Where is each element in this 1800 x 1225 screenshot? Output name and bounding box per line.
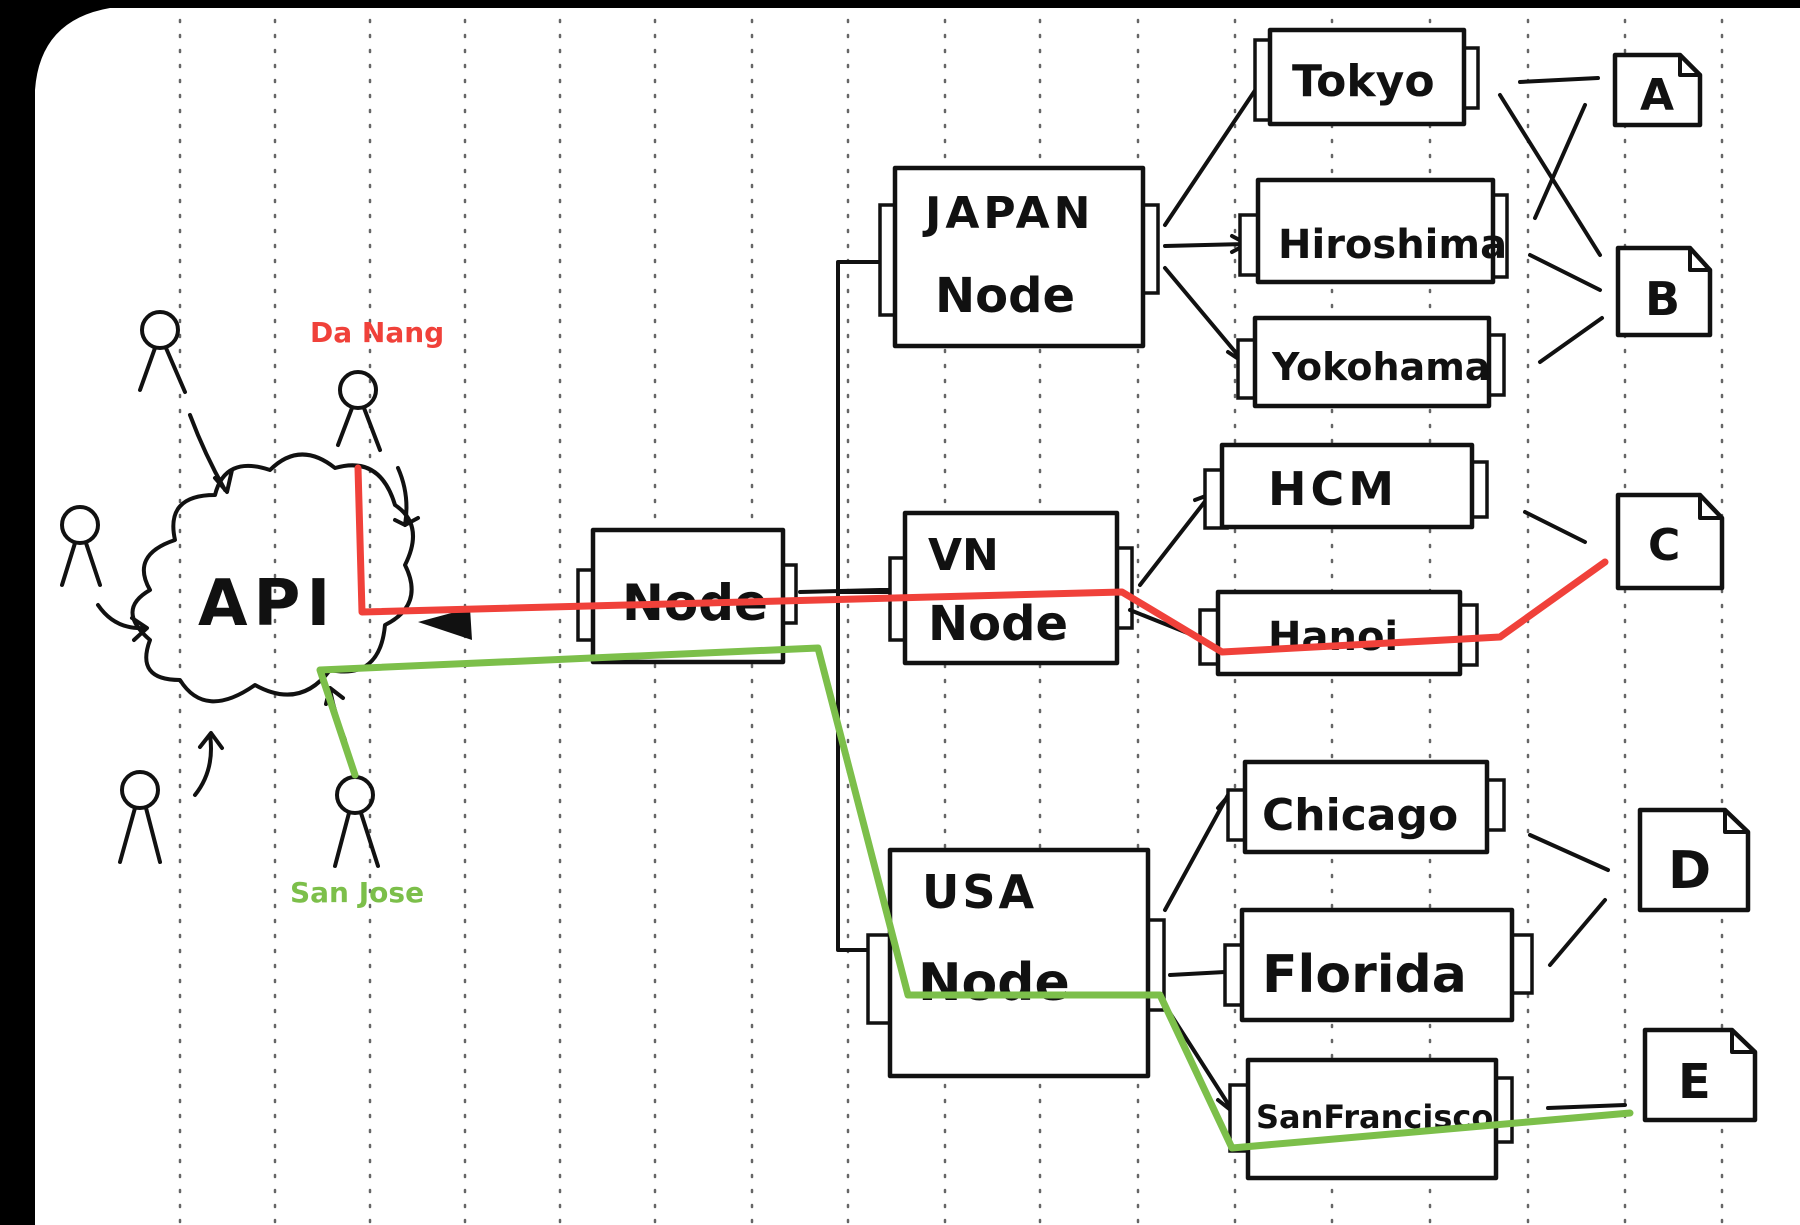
city-label-hiroshima: Hiroshima bbox=[1278, 222, 1507, 268]
region-japan-line1: JAPAN bbox=[922, 188, 1095, 239]
user-label-san-jose: San Jose bbox=[290, 876, 424, 909]
city-node-yokohama: Yokohama bbox=[1236, 315, 1506, 409]
city-node-sanfrancisco: SanFrancisco bbox=[1228, 1057, 1514, 1181]
document-icon-d: D bbox=[1637, 807, 1751, 913]
city-label-hcm: HCM bbox=[1268, 462, 1398, 516]
city-node-hcm: HCM bbox=[1203, 442, 1489, 530]
region-node-usa: USA Node bbox=[866, 847, 1166, 1079]
region-node-japan: JAPAN Node bbox=[878, 165, 1160, 349]
region-vn-line2: Node bbox=[928, 596, 1068, 652]
document-icon-b: B bbox=[1615, 245, 1713, 338]
document-label-e: E bbox=[1678, 1054, 1711, 1110]
city-node-florida: Florida bbox=[1223, 907, 1534, 1023]
city-label-hanoi: Hanoi bbox=[1268, 614, 1398, 660]
architecture-sketch: API Node JAPAN Node VN Node USA Node Tok… bbox=[35, 8, 1800, 1225]
region-usa-line2: Node bbox=[918, 953, 1070, 1013]
region-usa-line1: USA bbox=[922, 865, 1037, 919]
document-label-b: B bbox=[1645, 272, 1680, 326]
document-icon-e: E bbox=[1642, 1027, 1758, 1123]
city-label-chicago: Chicago bbox=[1262, 790, 1458, 841]
document-label-d: D bbox=[1668, 841, 1711, 901]
region-vn-line1: VN bbox=[928, 530, 999, 581]
city-label-yokohama: Yokohama bbox=[1271, 345, 1490, 389]
api-label: API bbox=[198, 567, 336, 641]
user-label-da-nang: Da Nang bbox=[310, 316, 444, 349]
city-node-hiroshima: Hiroshima bbox=[1238, 177, 1509, 285]
document-label-a: A bbox=[1640, 70, 1674, 121]
region-japan-line2: Node bbox=[935, 268, 1075, 324]
city-node-tokyo: Tokyo bbox=[1253, 27, 1480, 127]
city-label-tokyo: Tokyo bbox=[1292, 56, 1435, 107]
region-node-vn: VN Node bbox=[888, 510, 1134, 666]
city-label-florida: Florida bbox=[1262, 945, 1467, 1005]
city-node-chicago: Chicago bbox=[1226, 759, 1506, 855]
main-node: Node bbox=[576, 527, 798, 665]
document-icon-c: C bbox=[1615, 492, 1725, 591]
city-node-hanoi: Hanoi bbox=[1198, 589, 1479, 677]
document-label-c: C bbox=[1648, 520, 1680, 571]
document-icon-a: A bbox=[1612, 52, 1703, 128]
